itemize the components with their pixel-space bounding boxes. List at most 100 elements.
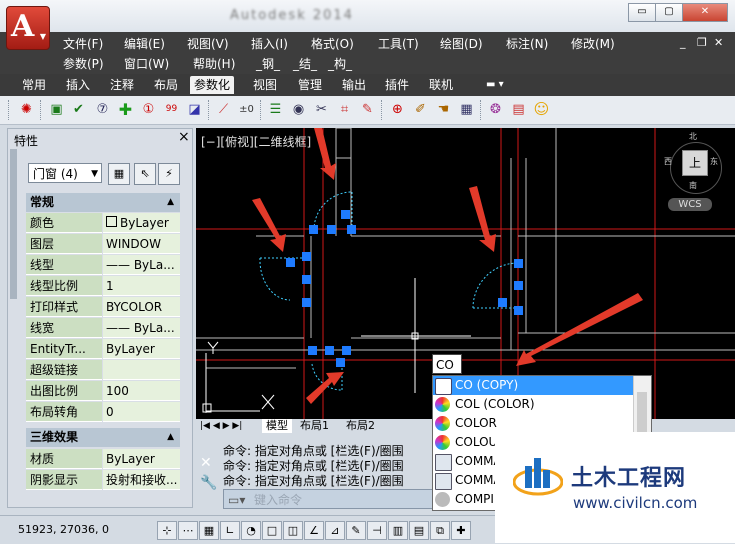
quick-select-button[interactable]: ⚡ [158, 163, 180, 185]
tab-home[interactable]: 常用 [18, 76, 50, 94]
selection-cycling-icon[interactable]: ⧉ [430, 521, 450, 540]
prop-row-plot-scale[interactable]: 出图比例 100 [26, 381, 180, 402]
tab-insert[interactable]: 插入 [62, 76, 94, 94]
menu-steel[interactable]: _钢_ [256, 55, 280, 72]
tab-nav-arrows-icon[interactable]: |◀ ◀ ▶ ▶| [200, 419, 242, 433]
ruler-icon[interactable]: ◪ [185, 100, 204, 119]
eye-icon[interactable]: ◉ [289, 100, 308, 119]
menu-structure[interactable]: _结_ [293, 55, 317, 72]
ducs-icon[interactable]: ⊿ [325, 521, 345, 540]
tab-online[interactable]: 联机 [425, 76, 457, 94]
menu-insert[interactable]: 插入(I) [251, 35, 288, 52]
wrench-icon[interactable]: 🔧 [200, 475, 217, 491]
mdi-close-icon[interactable]: ✕ [714, 36, 728, 49]
tab-view[interactable]: 视图 [249, 76, 281, 94]
autocomplete-item[interactable]: COLOR [433, 414, 633, 433]
annotation-monitor-icon[interactable]: ✚ [451, 521, 471, 540]
scrollbar-thumb[interactable] [637, 392, 647, 432]
wcs-menu[interactable]: WCS [668, 198, 712, 211]
application-menu-button[interactable]: A ▼ [6, 6, 50, 50]
coordinate-readout[interactable]: 51923, 27036, 0 [18, 523, 109, 536]
prop-row-shadow-display[interactable]: 阴影显示 投射和接收... [26, 470, 180, 491]
prop-row-linetype-scale[interactable]: 线型比例 1 [26, 276, 180, 297]
tab-annotate[interactable]: 注释 [106, 76, 138, 94]
info-icon[interactable]: ① [139, 100, 158, 119]
autocomplete-item[interactable]: COL (COLOR) [433, 395, 633, 414]
draw-order-icon[interactable]: ✎ [358, 100, 377, 119]
polar-icon[interactable]: ◔ [241, 521, 261, 540]
check-icon[interactable]: ✔ [69, 100, 88, 119]
match-properties-icon[interactable]: ✐ [411, 100, 430, 119]
minimize-button[interactable]: ▭ [628, 3, 656, 22]
prop-row-hyperlink[interactable]: 超级链接 [26, 360, 180, 381]
select-objects-button[interactable]: ⇖ [134, 163, 156, 185]
quick-properties-icon[interactable]: ▤ [409, 521, 429, 540]
viewcube-top-face[interactable]: 上 [682, 150, 708, 176]
number-seven-icon[interactable]: ⑦ [93, 100, 112, 119]
toolbar-grip[interactable] [8, 100, 11, 120]
maximize-button[interactable]: ▢ [655, 3, 683, 22]
zoom-icon[interactable]: ⊕ [388, 100, 407, 119]
menu-edit[interactable]: 编辑(E) [124, 35, 165, 52]
menu-tools[interactable]: 工具(T) [378, 35, 419, 52]
list-icon[interactable]: ☰ [266, 100, 285, 119]
prop-row-color[interactable]: 颜色 ByLayer [26, 213, 180, 234]
menu-parametric[interactable]: 参数(P) [63, 55, 104, 72]
tab-layout2[interactable]: 布局2 [346, 419, 375, 433]
calculator-icon[interactable]: ▦ [457, 100, 476, 119]
menu-window[interactable]: 窗口(W) [124, 55, 169, 72]
line-icon[interactable]: ⟋ [214, 100, 233, 119]
section-general[interactable]: 常规 ▲ [26, 193, 180, 212]
palette-icon[interactable]: ❂ [486, 100, 505, 119]
prop-row-layer[interactable]: 图层 WINDOW [26, 234, 180, 255]
tab-plugins[interactable]: 插件 [381, 76, 413, 94]
menu-modify[interactable]: 修改(M) [571, 35, 615, 52]
tab-manage[interactable]: 管理 [294, 76, 326, 94]
panel-grip[interactable] [10, 149, 17, 299]
prop-row-linetype[interactable]: 线型 —— ByLa... [26, 255, 180, 276]
prop-row-entity-transparency[interactable]: EntityTr... ByLayer [26, 339, 180, 360]
viewport-label[interactable]: [−][俯视][二维线框] [201, 133, 311, 150]
snap-mode-icon[interactable]: ⋯ [178, 521, 198, 540]
menu-file[interactable]: 文件(F) [63, 35, 103, 52]
scissors-icon[interactable]: ✂ [312, 100, 331, 119]
prop-row-material[interactable]: 材质 ByLayer [26, 449, 180, 470]
section-3d-effects[interactable]: 三维效果 ▲ [26, 428, 180, 447]
mdi-restore-icon[interactable]: ❐ [697, 36, 711, 49]
menu-format[interactable]: 格式(O) [311, 35, 354, 52]
pan-hand-icon[interactable]: ☚ [434, 100, 453, 119]
infer-constraints-icon[interactable]: ⊹ [157, 521, 177, 540]
menu-view[interactable]: 视图(V) [187, 35, 229, 52]
3d-osnap-icon[interactable]: ◫ [283, 521, 303, 540]
otrack-icon[interactable]: ∠ [304, 521, 324, 540]
autocomplete-item[interactable]: CO (COPY) [433, 376, 633, 395]
tab-parametric[interactable]: 参数化 [190, 76, 235, 94]
rectangle-icon[interactable]: ▣ [47, 100, 66, 119]
ortho-icon[interactable]: ∟ [220, 521, 240, 540]
tab-model[interactable]: 模型 [262, 419, 292, 433]
tab-output[interactable]: 输出 [338, 76, 370, 94]
prop-row-lineweight[interactable]: 线宽 —— ByLa... [26, 318, 180, 339]
menu-help[interactable]: 帮助(H) [193, 55, 235, 72]
measure-icon[interactable]: ⌗ [335, 100, 354, 119]
toggle-pickadd-button[interactable]: ▦ [108, 163, 130, 185]
tab-layout1[interactable]: 布局1 [300, 419, 329, 433]
close-button[interactable]: ✕ [682, 3, 728, 22]
number-icon[interactable]: 99 [162, 100, 181, 119]
layer-tool-icon[interactable]: ▤ [509, 100, 528, 119]
tab-overflow-icon[interactable]: ▬ ▾ [482, 76, 508, 94]
prop-row-layout-rotation[interactable]: 布局转角 0 [26, 402, 180, 423]
mdi-minimize-icon[interactable]: _ [680, 36, 694, 49]
osnap-icon[interactable]: □ [262, 521, 282, 540]
menu-dimension[interactable]: 标注(N) [506, 35, 548, 52]
close-icon[interactable]: ✕ [200, 455, 212, 471]
menu-draw[interactable]: 绘图(D) [440, 35, 483, 52]
plus-icon[interactable]: ✚ [116, 100, 135, 119]
close-icon[interactable]: × [178, 129, 190, 145]
tab-layout[interactable]: 布局 [150, 76, 182, 94]
offset-icon[interactable]: ±0 [237, 100, 256, 119]
menu-construct[interactable]: _构_ [328, 55, 352, 72]
transparency-icon[interactable]: ▥ [388, 521, 408, 540]
lineweight-icon[interactable]: ⊣ [367, 521, 387, 540]
selection-dropdown[interactable]: 门窗 (4) ▼ [28, 163, 102, 183]
